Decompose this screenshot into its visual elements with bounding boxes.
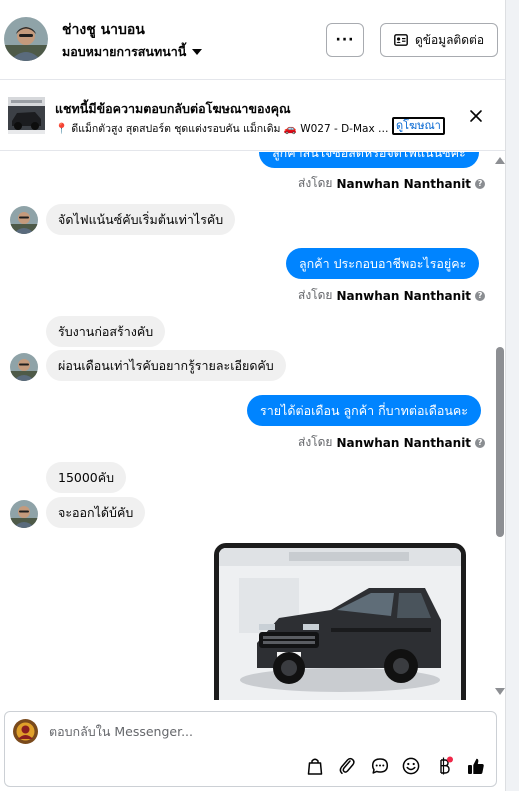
message-bubble-incoming[interactable]: จะออกได้บ้คับ xyxy=(46,497,146,528)
message-bubble-incoming[interactable]: รับงานก่อสร้างคับ xyxy=(46,316,166,347)
ad-banner-title: แชทนี้มีข้อความตอบกลับต่อโฆษณาของคุณ xyxy=(55,101,291,116)
sent-by-label: ส่งโดย Nanwhan Nanthanit ? xyxy=(298,174,486,193)
image-attachment[interactable] xyxy=(214,543,466,700)
message-bubble-incoming[interactable]: จัดไฟแน้นซ์คับเริ่มต้นเท่าไรคับ xyxy=(46,204,236,235)
paperclip-icon xyxy=(339,757,355,775)
emoji-icon xyxy=(402,757,420,775)
ad-reply-banner: แชทนี้มีข้อความตอบกลับต่อโฆษณาของคุณ 📍 ด… xyxy=(0,81,505,151)
message-thread[interactable]: ลูกค้าสนใจซื้อสดหรือจัดไฟแนนซ์คะ ส่งโดย … xyxy=(0,152,505,700)
saved-replies-button[interactable] xyxy=(370,756,390,776)
more-icon: ··· xyxy=(335,32,355,48)
contact-avatar-small xyxy=(10,353,38,381)
emoji-button[interactable] xyxy=(401,756,421,776)
scroll-down-arrow-icon[interactable] xyxy=(495,688,505,695)
view-contact-button[interactable]: ดูข้อมูลติดต่อ xyxy=(380,23,498,57)
bag-button[interactable] xyxy=(305,756,325,776)
sent-by-prefix: ส่งโดย xyxy=(298,435,333,449)
baht-icon xyxy=(440,756,453,775)
sender-name: Nanwhan Nanthanit xyxy=(336,176,472,191)
info-icon[interactable]: ? xyxy=(475,437,486,448)
page-avatar xyxy=(13,719,38,744)
sent-by-prefix: ส่งโดย xyxy=(298,288,333,302)
truck-photo xyxy=(219,548,461,700)
ad-thumbnail[interactable] xyxy=(8,97,45,134)
window-edge xyxy=(505,0,519,791)
more-options-button[interactable]: ··· xyxy=(326,23,364,57)
close-icon xyxy=(470,110,482,122)
info-icon[interactable]: ? xyxy=(475,290,486,301)
view-contact-label: ดูข้อมูลติดต่อ xyxy=(414,32,485,47)
sender-name: Nanwhan Nanthanit xyxy=(336,288,472,303)
message-bubble-outgoing[interactable]: ลูกค้า ประกอบอาชีพอะไรอยู่คะ xyxy=(286,248,480,279)
message-composer xyxy=(4,711,497,787)
ad-banner-subtitle: 📍 ดีแม็กตัวสูง สุดสปอร์ต ชุดแต่งรอบคัน แ… xyxy=(55,123,390,135)
chevron-down-icon xyxy=(192,49,203,55)
payment-button[interactable] xyxy=(434,756,454,776)
scroll-up-arrow-icon[interactable] xyxy=(495,157,505,164)
bag-icon xyxy=(307,758,323,775)
view-ad-link[interactable]: ดูโฆษณา xyxy=(392,117,445,135)
close-banner-button[interactable] xyxy=(466,106,486,126)
scrollbar-thumb[interactable] xyxy=(496,347,504,537)
sent-by-label: ส่งโดย Nanwhan Nanthanit ? xyxy=(298,433,486,452)
message-bubble-incoming[interactable]: ผ่อนเดือนเท่าไรคับอยากรู้รายละเอียดคับ xyxy=(46,350,286,381)
message-bubble-outgoing[interactable]: รายได้ต่อเดือน ลูกค้า กี่บาทต่อเดือนคะ xyxy=(247,395,481,426)
message-bubble-outgoing[interactable]: ลูกค้าสนใจซื้อสดหรือจัดไฟแนนซ์คะ xyxy=(259,152,479,168)
thumbs-up-icon xyxy=(468,758,484,774)
contact-avatar-small xyxy=(10,206,38,234)
sent-by-prefix: ส่งโดย xyxy=(298,176,333,190)
speech-bubble-icon xyxy=(371,758,389,774)
sent-by-label: ส่งโดย Nanwhan Nanthanit ? xyxy=(298,286,486,305)
contact-card-icon xyxy=(394,34,408,46)
contact-avatar[interactable] xyxy=(4,17,48,61)
like-button[interactable] xyxy=(466,756,486,776)
reply-input[interactable] xyxy=(49,724,449,739)
info-icon[interactable]: ? xyxy=(475,178,486,189)
sender-name: Nanwhan Nanthanit xyxy=(336,435,472,450)
contact-avatar-small xyxy=(10,500,38,528)
assign-conversation-label: มอบหมายการสนทนานี้ xyxy=(62,44,187,59)
attach-button[interactable] xyxy=(337,756,357,776)
conversation-header: ช่างชู นาบอน มอบหมายการสนทนานี้ ··· ดูข้… xyxy=(0,0,505,80)
contact-name[interactable]: ช่างชู นาบอน xyxy=(62,19,145,41)
assign-conversation-dropdown[interactable]: มอบหมายการสนทนานี้ xyxy=(62,42,203,62)
message-bubble-incoming[interactable]: 15000คับ xyxy=(46,462,127,493)
